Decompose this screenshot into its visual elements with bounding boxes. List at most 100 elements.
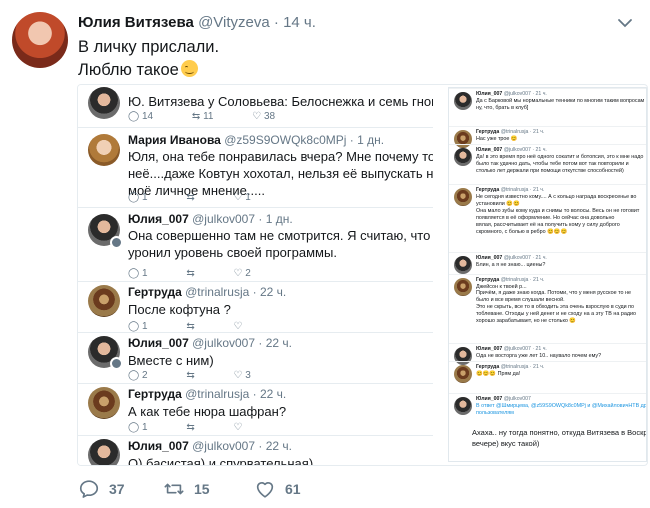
thread-text: Ю. Витязева у Соловьева: Белоснежка и се… — [128, 94, 433, 109]
right-thread-author: Юлия_007 — [476, 91, 503, 97]
retweet-count: ⇆ 11 — [191, 111, 214, 122]
tweet-time[interactable]: 14 ч. — [283, 14, 316, 31]
right-thread-author: Юлия_007 — [476, 346, 503, 352]
thread-author-handle: @z59S9OWQk8c0MPj — [224, 133, 347, 147]
wink-smile-emoji-icon — [180, 60, 198, 77]
retweet-count: 15 — [194, 481, 210, 497]
reply-count: 37 — [109, 481, 125, 497]
right-thread-text: В ответ @Шмирцева, @z59S9OWQk8c0MPj и @М… — [476, 403, 647, 409]
right-thread-text: было так удачно дать, чтобы тебе потом в… — [476, 161, 629, 167]
author-line: Юлия Витязева @Vityzeva · 14 ч. — [78, 14, 316, 31]
author-name[interactable]: Юлия Витязева — [78, 14, 194, 31]
right-thread-name-line: Гертруда @trinalrusja · 21 ч. — [476, 364, 544, 370]
right-thread-meta: @trinalrusja · 21 ч. — [499, 277, 545, 283]
thread-time: · 1 дн. — [258, 213, 293, 227]
right-thread-text: тоблеване. Отходы у ней денег и не сходу… — [476, 311, 636, 317]
avatar — [454, 148, 472, 166]
tweet-actions: 37 15 61 — [0, 470, 650, 508]
right-screenshot: Юлия_007 @julkov007 · 21 ч. Да с Барковой… — [448, 87, 647, 462]
right-thread-meta: @julkov007 · 21 ч. — [502, 255, 547, 261]
like-button[interactable]: 61 — [254, 478, 301, 500]
thread-author-handle: @julkov007 — [192, 213, 256, 227]
right-thread-meta: @julkov007 · 21 ч. — [502, 346, 547, 352]
avatar — [88, 87, 120, 119]
right-thread-author: Юлия_007 — [476, 147, 503, 153]
thread-text: Юля, она тебе понравилась вчера? Мне поч… — [128, 149, 433, 164]
right-thread-row: Юлия_007 @julkov007 · 21 ч. Да! в это вре… — [449, 144, 646, 184]
retweet-icon — [164, 483, 184, 495]
right-thread-name-line: Гертруда @trinalrusja · 21 ч. — [476, 187, 544, 193]
right-thread-text: столько лет держали при помощи откутстве… — [476, 168, 624, 174]
right-thread-text: ну, что, брать в клуб] — [476, 105, 529, 111]
like-count: 61 — [285, 481, 301, 497]
right-thread-author: Юлия_007 — [476, 396, 503, 402]
avatar — [88, 134, 120, 166]
thread-author-name: Мария Иванова — [128, 133, 221, 147]
right-thread-name-line: Юлия_007 @julkov007 · 21 ч. — [476, 147, 547, 153]
right-thread-text: Нас уже трое 😊 — [476, 136, 518, 142]
right-thread-author: Гертруда — [476, 277, 500, 283]
right-thread-text: установили 😊😊 — [476, 201, 520, 207]
right-thread-row: Гертруда @trinalrusja · 21 ч. 😊😊😊 Прям да… — [449, 361, 646, 393]
right-thread-text: Ода не восторга уже лет 10.. наувало поч… — [476, 353, 602, 359]
right-thread-row: Причём, я даже знаю когда. Потоми, что у… — [449, 288, 646, 343]
tweet-text-line-2: Люблю такое — [78, 60, 198, 80]
right-thread-text: Она мало зубы кому куда и снимы то волос… — [476, 208, 640, 214]
avatar — [454, 256, 472, 274]
right-thread-name-line: Гертруда @trinalrusja · 21 ч. — [476, 129, 544, 135]
thread-name-line: Юлия_007 @julkov007 · 1 дн. — [128, 213, 293, 227]
right-thread-meta: @julkov007 — [502, 396, 531, 402]
right-thread-text: хорошо зарабатывает, но не столько 😊 — [476, 318, 577, 324]
thread-time: · 1 дн. — [349, 133, 385, 147]
reply-icon — [79, 480, 99, 498]
right-thread-name-line: Юлия_007 @julkov007 · 21 ч. — [476, 91, 547, 97]
retweet-button[interactable]: 15 — [163, 478, 210, 500]
right-thread-meta: @julkov007 · 21 ч. — [502, 91, 547, 97]
right-thread-row: Гертруда @trinalrusja · 21 ч. Джейсон к т… — [449, 274, 646, 296]
right-thread-meta: @julkov007 · 21 ч. — [502, 147, 547, 153]
right-thread-name-line: Юлия_007 @julkov007 · 21 ч. — [476, 346, 547, 352]
author-dot: · — [273, 14, 279, 31]
right-thread-meta: @trinalrusja · 21 ч. — [499, 129, 545, 135]
action-bar: ◯ 14 ⇆ 11 ♡ 38 — [128, 111, 311, 122]
right-thread-name-line: Гертруда @trinalrusja · 21 ч. — [476, 277, 544, 283]
right-thread-text: появляется в её оформление. Но сейчас он… — [476, 215, 615, 221]
right-thread-row: Юлия_007 @julkov007 · 21 ч. Ода не востор… — [449, 343, 646, 365]
avatar — [454, 188, 472, 206]
chevron-down-icon[interactable] — [616, 14, 634, 32]
right-thread-author: Гертруда — [476, 364, 500, 370]
right-thread-text: 😊😊😊 Прям да! — [476, 371, 521, 377]
reply-button[interactable]: 37 — [78, 478, 125, 500]
right-thread-text: Не сегодня известно кому.... А с кольцо … — [476, 194, 637, 200]
right-thread-final-text: вечере) вкус такой) — [472, 439, 540, 448]
right-thread-author: Юлия_007 — [476, 255, 503, 261]
avatar — [454, 92, 472, 110]
right-thread-text: Это не скрыть, все то в обходить эта оче… — [476, 304, 635, 310]
right-thread-text: Причём, я даже знаю когда. Потоми, что у… — [476, 290, 631, 296]
heart-icon — [256, 482, 274, 498]
right-thread-row: Юлия_007 @julkov007 · 21 ч. Да с Барковой… — [449, 88, 646, 126]
author-handle[interactable]: @Vityzeva — [198, 14, 270, 31]
right-thread-text: вялая, рассчитывает её на получить кому … — [476, 222, 620, 228]
tweet-text-line-1: В личку прислали. — [78, 38, 220, 56]
like-count: ♡ 38 — [252, 111, 276, 122]
left-screenshot: Ю. Витязева у Соловьева: Белоснежка и се… — [78, 85, 433, 465]
right-thread-meta: @trinalrusja · 21 ч. — [499, 364, 545, 370]
right-thread-text: было и все время слушали весной. — [476, 297, 565, 303]
tweet-text-line-2-text: Люблю такое — [78, 61, 179, 79]
thread-name-line: Мария Иванова @z59S9OWQk8c0MPj · 1 дн. — [128, 133, 384, 147]
author-avatar[interactable] — [12, 12, 68, 68]
reply-count: ◯ 14 — [128, 111, 154, 122]
right-thread-text: Да! в это время про неё одного сокатит и… — [476, 154, 644, 160]
tweet-media-image[interactable]: Ю. Витязева у Соловьева: Белоснежка и се… — [77, 84, 648, 466]
thread-author-name: Юлия_007 — [128, 213, 189, 227]
reply-badge-icon — [110, 237, 123, 250]
thread-text: неё....даже Ковтун хохотал, нельзя её вы… — [128, 166, 433, 181]
right-thread-text: Да с Барковой мы нормальные тенники по м… — [476, 98, 645, 104]
right-thread-text: пользователям — [476, 410, 514, 416]
right-thread-name-line: Юлия_007 @julkov007 — [476, 396, 531, 402]
right-thread-final-text: Ахаха.. ну тогда понятно, откуда Витязев… — [472, 428, 647, 437]
right-thread-author: Гертруда — [476, 187, 500, 193]
right-thread-row: Гертруда @trinalrusja · 21 ч. Нас уже тро… — [449, 126, 646, 148]
tweet-header: Юлия Витязева @Vityzeva · 14 ч. В личку … — [0, 0, 650, 84]
